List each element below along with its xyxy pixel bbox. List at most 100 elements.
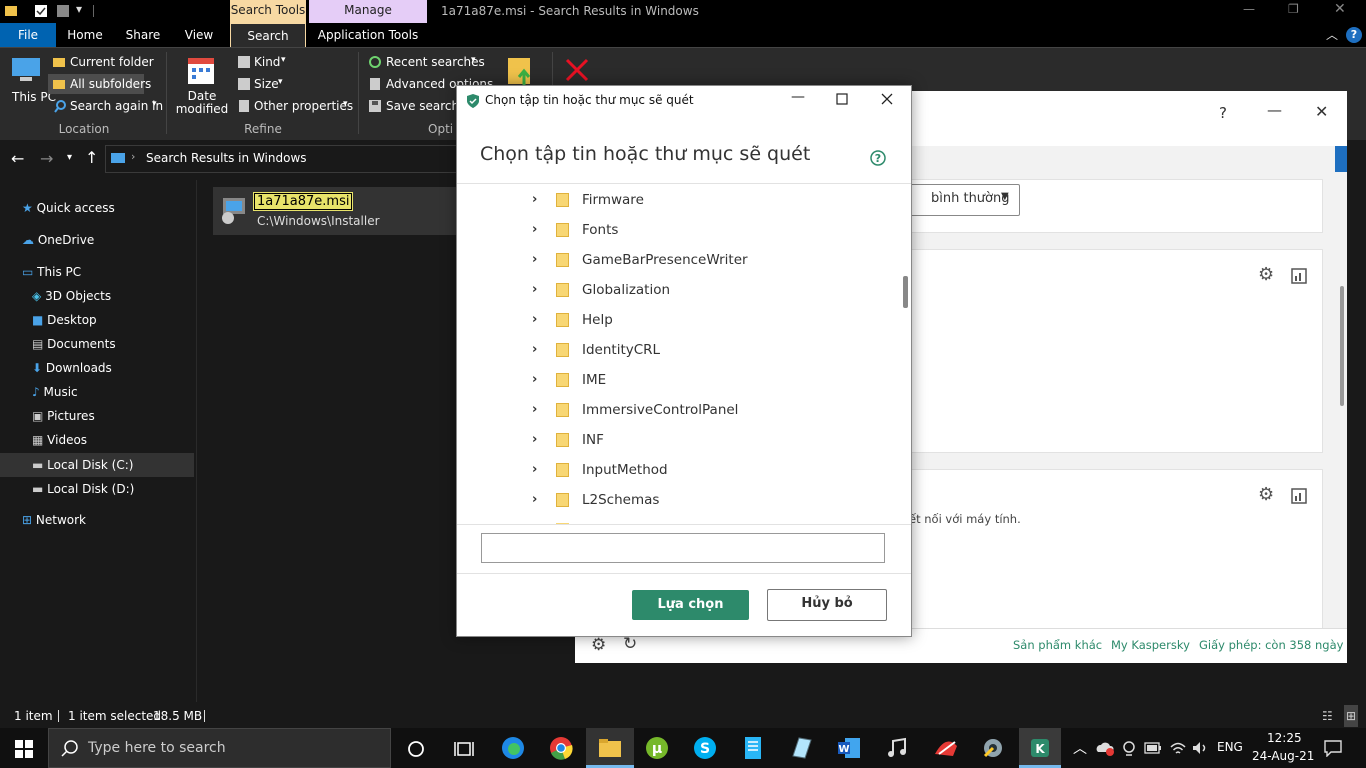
nav-this-pc[interactable]: ▭ This PC <box>22 260 81 284</box>
new-folder-icon[interactable] <box>56 4 70 18</box>
taskbar-search-box[interactable]: Type here to search <box>48 728 391 768</box>
select-button[interactable]: Lựa chọn <box>632 590 749 620</box>
tree-folder-item[interactable]: › INF <box>457 425 897 455</box>
save-search-button[interactable]: Save search <box>386 99 459 113</box>
tab-home[interactable]: Home <box>60 23 110 47</box>
expand-chevron-icon[interactable]: › <box>532 215 537 245</box>
notepad-icon[interactable] <box>741 736 765 760</box>
tree-folder-item[interactable]: › Firmware <box>457 185 897 215</box>
report-icon[interactable] <box>1291 268 1307 284</box>
cortana-icon[interactable] <box>407 740 425 758</box>
explorer-close-icon[interactable]: ✕ <box>1334 1 1346 17</box>
skype-icon[interactable]: S <box>693 736 717 760</box>
address-field[interactable]: › Search Results in Windows <box>105 145 467 173</box>
this-pc-button[interactable]: This PC <box>12 90 56 104</box>
clock-time[interactable]: 12:25 <box>1267 731 1302 745</box>
expand-chevron-icon[interactable]: › <box>532 425 537 455</box>
kaspersky-task-active[interactable]: K <box>1019 728 1061 768</box>
dialog-minimize-icon[interactable]: — <box>791 89 805 105</box>
expand-chevron-icon[interactable]: › <box>532 335 537 365</box>
tree-folder-item[interactable]: › Fonts <box>457 215 897 245</box>
date-modified-button[interactable]: Date modified <box>174 90 230 116</box>
path-input[interactable] <box>481 533 885 563</box>
folder-tree[interactable]: › Firmware › Fonts › GameBarPresenceWriter › Gl… <box>457 184 911 524</box>
expand-chevron-icon[interactable]: › <box>532 455 537 485</box>
windows-start-icon[interactable] <box>15 740 33 758</box>
settings-tool-icon[interactable] <box>981 736 1005 760</box>
tree-folder-item[interactable]: › ImmersiveControlPanel <box>457 395 897 425</box>
kaspersky-scrollbar[interactable] <box>1340 286 1344 406</box>
large-icons-view-icon[interactable]: ⊞ <box>1344 705 1359 727</box>
result-filename[interactable]: 1a71a87e.msi <box>252 192 354 211</box>
search-result-item[interactable]: 1a71a87e.msi C:\Windows\Installer <box>213 187 458 235</box>
nav-videos[interactable]: ▦ Videos <box>32 428 87 452</box>
gear-icon[interactable]: ⚙ <box>1258 484 1274 505</box>
context-tab-search-tools[interactable]: Search Tools <box>230 0 306 23</box>
webcam-icon[interactable] <box>1121 740 1137 756</box>
nav-desktop[interactable]: ■ Desktop <box>32 308 97 332</box>
chrome-icon[interactable] <box>549 736 573 760</box>
nav-music[interactable]: ♪ Music <box>32 380 78 404</box>
support-icon[interactable]: ↻ <box>623 634 637 654</box>
all-subfolders-button[interactable]: All subfolders <box>48 74 151 94</box>
kaspersky-help-icon[interactable]: ? <box>1219 104 1227 122</box>
tree-folder-item[interactable]: › L2Schemas <box>457 485 897 515</box>
dialog-maximize-icon[interactable] <box>836 93 848 105</box>
kaspersky-minimize-icon[interactable]: — <box>1267 101 1282 119</box>
nav-onedrive[interactable]: ☁ OneDrive <box>22 228 94 252</box>
other-properties-dropdown-icon[interactable]: ▾ <box>343 99 348 109</box>
volume-icon[interactable] <box>1191 739 1209 757</box>
context-tab-manage[interactable]: Manage <box>309 0 427 23</box>
tree-folder-item[interactable]: › Help <box>457 305 897 335</box>
tab-view[interactable]: View <box>176 23 222 47</box>
search-again-in-button[interactable]: Search again in <box>70 99 163 113</box>
nav-quick-access[interactable]: ★ Quick access <box>22 196 115 220</box>
music-player-icon[interactable] <box>885 736 909 760</box>
customize-qat-icon[interactable]: ▾ <box>76 2 82 16</box>
nav-pictures[interactable]: ▣ Pictures <box>32 404 95 428</box>
tree-folder-item[interactable]: › InputMethod <box>457 455 897 485</box>
report-icon[interactable] <box>1291 488 1307 504</box>
expand-chevron-icon[interactable]: › <box>532 365 537 395</box>
recent-searches-button[interactable]: Recent searches <box>386 55 485 69</box>
expand-chevron-icon[interactable]: › <box>532 275 537 305</box>
cancel-button[interactable]: Hủy bỏ <box>767 589 887 621</box>
explorer-minimize-icon[interactable]: — <box>1243 2 1255 16</box>
breadcrumb-location[interactable]: Search Results in Windows <box>146 151 307 165</box>
file-explorer-task-active[interactable] <box>586 728 634 768</box>
help-icon[interactable]: ? <box>1346 27 1362 43</box>
tab-search[interactable]: Search <box>230 23 306 47</box>
other-products-link[interactable]: Sản phẩm khác <box>1013 638 1102 652</box>
forward-icon[interactable]: → <box>40 149 53 168</box>
kind-dropdown-icon[interactable]: ▾ <box>281 55 286 65</box>
open-file-location-icon[interactable] <box>506 56 534 88</box>
current-folder-button[interactable]: Current folder <box>70 55 154 69</box>
utorrent-icon[interactable]: µ <box>645 736 669 760</box>
recent-searches-dropdown-icon[interactable]: ▾ <box>471 55 476 65</box>
search-again-dropdown-icon[interactable]: ▾ <box>152 99 157 109</box>
edge-icon[interactable] <box>501 736 525 760</box>
tab-share[interactable]: Share <box>118 23 168 47</box>
size-dropdown-icon[interactable]: ▾ <box>278 77 283 87</box>
nav-downloads[interactable]: ⬇ Downloads <box>32 356 112 380</box>
nav-local-disk-d[interactable]: ▬ Local Disk (D:) <box>32 477 134 501</box>
show-hidden-icons-icon[interactable]: ︿ <box>1073 738 1087 758</box>
task-view-icon[interactable] <box>454 740 474 758</box>
tree-folder-item[interactable]: › IdentityCRL <box>457 335 897 365</box>
battery-icon[interactable] <box>1144 741 1162 755</box>
expand-chevron-icon[interactable]: › <box>532 305 537 335</box>
up-icon[interactable]: ↑ <box>85 148 98 167</box>
nav-3d-objects[interactable]: ◈ 3D Objects <box>32 284 111 308</box>
nav-network[interactable]: ⊞ Network <box>22 508 86 532</box>
tab-application-tools[interactable]: Application Tools <box>310 23 426 47</box>
word-icon[interactable]: W <box>837 736 861 760</box>
action-center-icon[interactable] <box>1323 739 1343 757</box>
size-button[interactable]: Size <box>254 77 279 91</box>
kaspersky-close-icon[interactable]: ✕ <box>1315 102 1328 121</box>
tree-folder-item[interactable]: › Globalization <box>457 275 897 305</box>
question-help-icon[interactable]: ? <box>870 150 886 166</box>
back-icon[interactable]: ← <box>11 149 24 168</box>
close-search-icon[interactable] <box>564 57 590 83</box>
details-view-icon[interactable]: ☷ <box>1322 705 1333 727</box>
tree-folder-item[interactable]: › IME <box>457 365 897 395</box>
